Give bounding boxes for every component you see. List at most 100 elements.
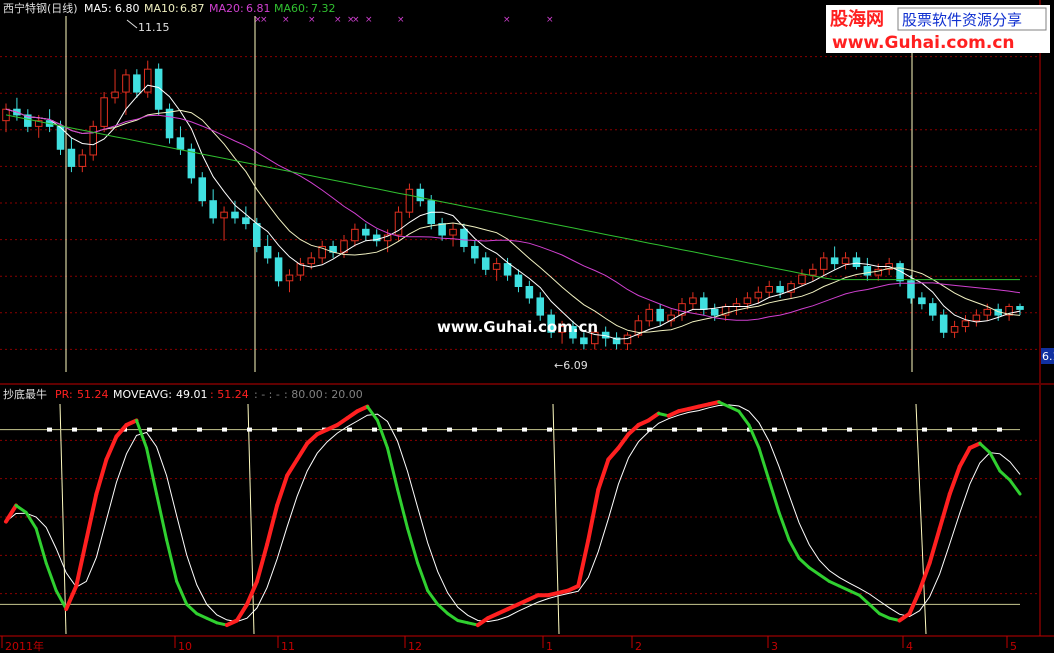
level-dot	[922, 427, 927, 432]
pr-segment	[917, 561, 932, 593]
x-tick-label: 5	[1010, 640, 1017, 653]
pr-segment	[365, 405, 379, 422]
pr-segment	[205, 616, 219, 625]
level-dot	[572, 427, 577, 432]
signal-x-mark: ×	[397, 15, 405, 25]
level-dot	[522, 427, 527, 432]
stock-chart-canvas: ×× × × × ×× × × × × 2011年 10 11 12 1 2 3 4 5 西宁特钢(日线) MA…	[0, 0, 1054, 653]
candle-body	[100, 97, 108, 127]
candle-body	[122, 74, 130, 93]
level-dot	[697, 427, 702, 432]
placeholder-values: : - : -	[254, 388, 280, 401]
pr-segment	[145, 446, 159, 496]
candle-body	[863, 265, 872, 276]
pr-segment	[817, 573, 831, 583]
pr-segment	[877, 612, 891, 620]
moveavg-value: 49.01	[176, 388, 208, 401]
level-dot	[197, 427, 202, 432]
candle-body	[961, 320, 970, 328]
level-dot	[397, 427, 402, 432]
level-dot	[347, 427, 352, 432]
candle-body	[78, 154, 87, 167]
candle-body	[351, 228, 359, 242]
signal-x-mark: ×	[546, 15, 554, 25]
level-dot	[472, 427, 477, 432]
candle-body	[111, 91, 119, 99]
candle-body	[536, 297, 545, 316]
ma10-line	[5, 108, 1021, 334]
candle-body	[242, 217, 250, 225]
candle-body	[819, 257, 828, 270]
level-dot	[47, 427, 52, 432]
pr-segment	[396, 487, 410, 530]
pr-segment	[305, 432, 320, 446]
indicator-title: 抄底最牛	[3, 387, 47, 401]
signal-marks: ×× × × × ×× × × × ×	[254, 15, 554, 25]
candle-body	[165, 108, 174, 139]
candle-body	[307, 257, 316, 265]
pr-segment	[254, 542, 270, 584]
level-dot	[222, 427, 227, 432]
ma60-value: 7.32	[311, 2, 336, 15]
pr-segment	[616, 432, 631, 450]
pr-segment	[767, 478, 781, 514]
level-dot	[997, 427, 1002, 432]
ma20-label: MA20:	[209, 2, 244, 15]
pr-segment	[14, 504, 28, 514]
pr-segment	[295, 441, 310, 462]
pr-segment	[927, 526, 942, 565]
signal-x-mark: ×	[334, 15, 342, 25]
logo-text: 股海网	[829, 8, 884, 30]
candle-body	[89, 125, 97, 156]
x-tick-label: 2011年	[5, 639, 44, 653]
pr-segment	[737, 409, 751, 427]
ma5-label: MA5:	[84, 2, 112, 15]
pr-segment	[978, 441, 992, 455]
candle-body	[700, 297, 708, 310]
ma5-line	[5, 84, 1021, 340]
pr-segment	[74, 538, 89, 588]
level-dot	[272, 427, 277, 432]
pr-segment	[988, 451, 1002, 473]
pr-segment	[646, 411, 661, 423]
candle-body	[405, 188, 414, 213]
pr-segment	[185, 602, 199, 616]
pr-segment	[757, 446, 771, 482]
level-dot	[447, 427, 452, 432]
level-dot	[772, 427, 777, 432]
pr-segment	[386, 446, 400, 491]
candle-body	[209, 200, 217, 219]
level-dot	[597, 427, 602, 432]
level-dot	[72, 427, 77, 432]
candle-body	[830, 257, 839, 265]
candle-body	[929, 303, 937, 316]
candle-body	[253, 223, 261, 247]
ma60-label: MA60:	[274, 2, 309, 15]
pr-segment	[586, 487, 601, 542]
pr-segment	[827, 579, 841, 588]
candle-body	[765, 286, 773, 293]
level-dot	[672, 427, 677, 432]
pr-segment	[44, 561, 58, 593]
pr-segment	[175, 579, 189, 606]
candle-body	[525, 286, 534, 299]
center-watermark: www.Guhai.com.cn	[437, 318, 598, 336]
level-dot	[247, 427, 252, 432]
pr-segment	[706, 400, 721, 407]
pr-segment	[797, 556, 811, 570]
candle-body	[481, 257, 490, 270]
pr-segment	[285, 457, 300, 478]
level-dot	[872, 427, 877, 432]
pr-segment	[1008, 478, 1022, 496]
candle-body	[231, 211, 239, 219]
pr-segment	[124, 418, 139, 427]
candle-body	[983, 308, 992, 316]
last-price-tag: 6.1	[1042, 350, 1054, 363]
candle-body	[918, 297, 926, 305]
pr-segment	[847, 589, 861, 597]
level-dot	[372, 427, 377, 432]
pr-segment	[807, 566, 821, 576]
pr-segment	[84, 492, 99, 542]
low-annotation: ←6.09	[554, 359, 588, 372]
signal-x-mark: ×	[365, 15, 373, 25]
